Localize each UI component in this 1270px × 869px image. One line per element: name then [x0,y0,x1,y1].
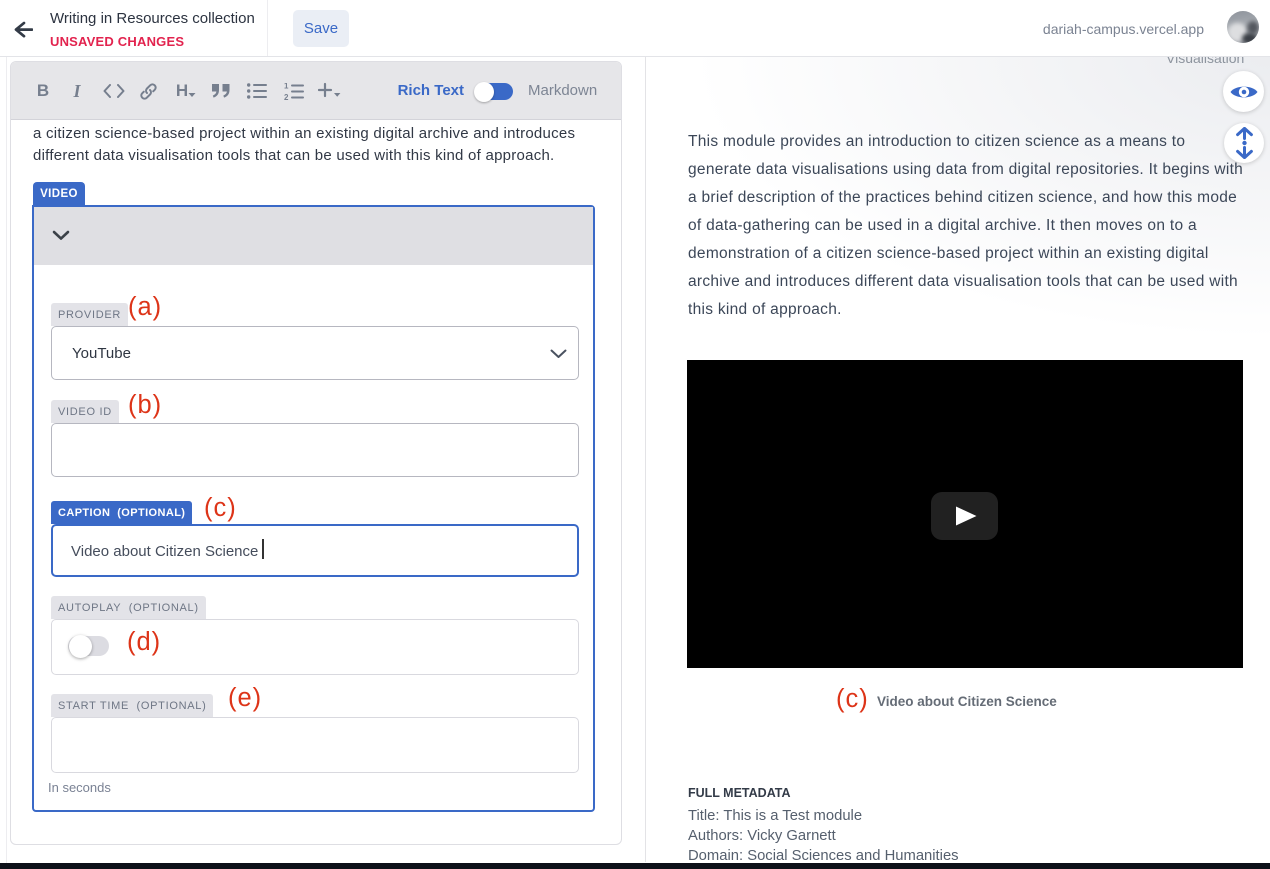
svg-text:2: 2 [284,93,289,100]
svg-text:1: 1 [284,83,289,91]
